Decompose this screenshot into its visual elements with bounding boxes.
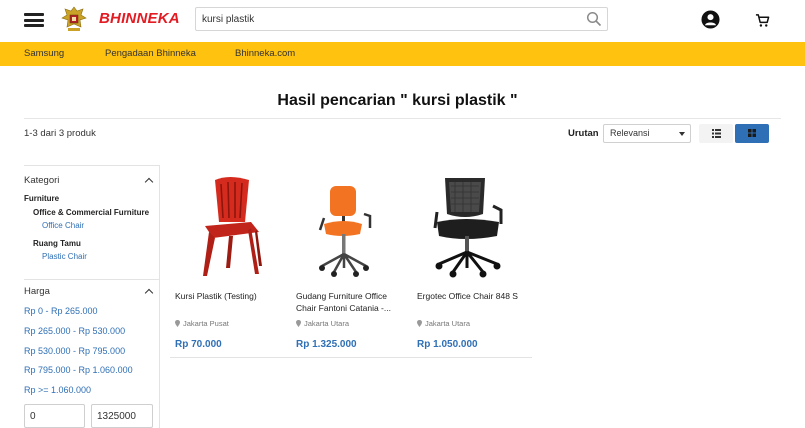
nav-link-pengadaan[interactable]: Pengadaan Bhinneka	[105, 48, 196, 59]
sort-selected-value: Relevansi	[610, 128, 650, 138]
product-location: Jakarta Pusat	[175, 319, 229, 328]
divider	[170, 357, 532, 358]
result-count: 1-3 dari 3 produk	[24, 128, 96, 139]
location-pin-icon	[296, 320, 301, 327]
kategori-heading[interactable]: Kategori	[24, 175, 59, 186]
divider	[24, 279, 159, 280]
search-icon[interactable]	[586, 11, 602, 27]
product-name[interactable]: Ergotec Office Chair 848 S	[417, 290, 527, 302]
product-location-text: Jakarta Utara	[304, 319, 350, 328]
price-max-input[interactable]	[91, 404, 153, 428]
header: BHINNEKA	[0, 0, 805, 42]
price-min-input[interactable]	[24, 404, 85, 428]
product-image[interactable]	[290, 170, 411, 282]
grid-view-button[interactable]	[735, 124, 769, 143]
nav-link-samsung[interactable]: Samsung	[24, 48, 64, 59]
price-range-link[interactable]: Rp >= 1.060.000	[24, 385, 91, 395]
location-pin-icon	[175, 320, 180, 327]
category-plastic-chair[interactable]: Plastic Chair	[42, 252, 87, 261]
sort-label: Urutan	[568, 128, 599, 139]
product-location: Jakarta Utara	[296, 319, 349, 328]
list-view-icon	[712, 129, 721, 138]
category-office-commercial[interactable]: Office & Commercial Furniture	[33, 208, 149, 217]
brand-logo[interactable]: BHINNEKA	[99, 10, 180, 27]
chevron-up-icon[interactable]	[144, 288, 154, 298]
product-location-text: Jakarta Pusat	[183, 319, 229, 328]
product-location: Jakarta Utara	[417, 319, 470, 328]
search-input[interactable]	[196, 8, 566, 30]
category-ruang-tamu[interactable]: Ruang Tamu	[33, 239, 81, 248]
product-price: Rp 1.050.000	[417, 339, 478, 350]
product-image[interactable]	[411, 170, 532, 282]
category-office-chair[interactable]: Office Chair	[42, 221, 84, 230]
divider	[24, 165, 159, 166]
location-pin-icon	[417, 320, 422, 327]
top-nav: Samsung Pengadaan Bhinneka Bhinneka.com	[0, 42, 805, 66]
sidebar-divider	[159, 165, 160, 428]
chevron-up-icon[interactable]	[144, 177, 154, 187]
grid-view-icon	[748, 129, 756, 137]
product-name[interactable]: Kursi Plastik (Testing)	[175, 290, 285, 302]
user-icon[interactable]	[701, 10, 720, 29]
product-image[interactable]	[169, 170, 290, 282]
cart-icon[interactable]	[755, 13, 770, 28]
caret-down-icon	[679, 132, 685, 136]
product-location-text: Jakarta Utara	[425, 319, 471, 328]
nav-link-bhinneka-com[interactable]: Bhinneka.com	[235, 48, 295, 59]
hamburger-icon[interactable]	[24, 13, 44, 27]
category-furniture[interactable]: Furniture	[24, 194, 59, 203]
product-name[interactable]: Gudang Furniture Office Chair Fantoni Ca…	[296, 290, 406, 314]
price-range-link[interactable]: Rp 795.000 - Rp 1.060.000	[24, 365, 133, 375]
sort-select[interactable]: Relevansi	[603, 124, 691, 143]
divider	[24, 118, 781, 119]
page-title: Hasil pencarian " kursi plastik "	[277, 92, 518, 109]
price-range-link[interactable]: Rp 0 - Rp 265.000	[24, 306, 98, 316]
garuda-emblem-icon	[61, 6, 87, 31]
product-price: Rp 1.325.000	[296, 339, 357, 350]
product-price: Rp 70.000	[175, 339, 222, 350]
price-range-link[interactable]: Rp 265.000 - Rp 530.000	[24, 326, 125, 336]
list-view-button[interactable]	[699, 124, 733, 143]
harga-heading[interactable]: Harga	[24, 286, 50, 297]
search-bar	[195, 7, 608, 31]
price-range-link[interactable]: Rp 530.000 - Rp 795.000	[24, 346, 125, 356]
